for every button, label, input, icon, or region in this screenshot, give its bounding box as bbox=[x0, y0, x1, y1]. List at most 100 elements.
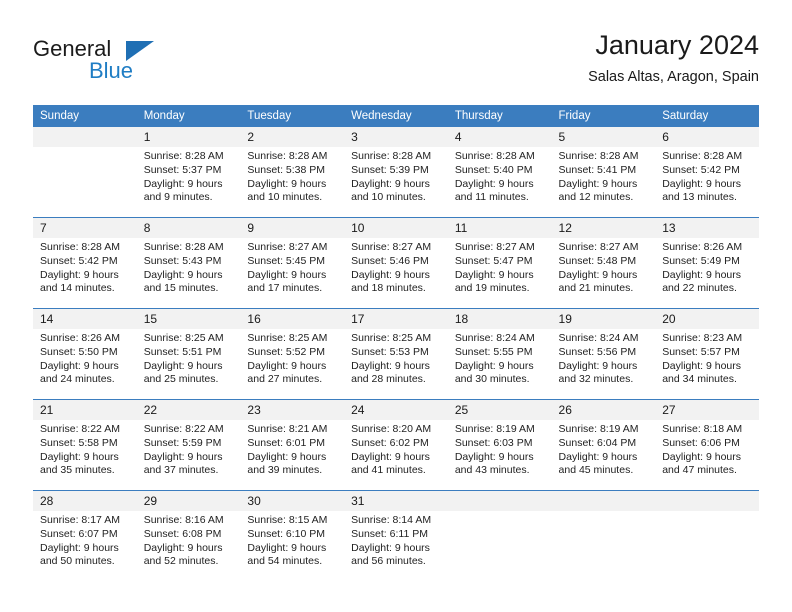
daylight-text: and 13 minutes. bbox=[662, 191, 737, 204]
calendar-day-cell[interactable]: 3 Sunrise: 8:28 AM Sunset: 5:39 PM Daylight… bbox=[344, 127, 448, 218]
calendar-day-cell[interactable]: 9 Sunrise: 8:27 AM Sunset: 5:45 PM Daylight… bbox=[240, 217, 345, 309]
calendar-day-cell[interactable]: 8 Sunrise: 8:28 AM Sunset: 5:43 PM Daylight… bbox=[136, 217, 241, 309]
sunrise-text: Sunrise: 8:28 AM bbox=[558, 150, 639, 162]
calendar-day-cell[interactable]: 4 Sunrise: 8:28 AM Sunset: 5:40 PM Daylight… bbox=[447, 127, 552, 218]
calendar-empty-cell bbox=[447, 490, 552, 581]
day-number: 17 bbox=[344, 309, 448, 329]
day-sun-info: Sunrise: 8:28 AM Sunset: 5:37 PM Daylight:… bbox=[137, 147, 241, 205]
sunset-text: Sunset: 5:41 PM bbox=[558, 163, 637, 176]
sunrise-text: Sunrise: 8:28 AM bbox=[143, 241, 224, 253]
day-sun-info: Sunrise: 8:28 AM Sunset: 5:42 PM Daylight:… bbox=[33, 238, 137, 296]
day-sun-info: Sunrise: 8:22 AM Sunset: 5:59 PM Daylight:… bbox=[137, 420, 241, 478]
day-number: 25 bbox=[447, 400, 552, 420]
sunrise-text: Sunrise: 8:25 AM bbox=[247, 332, 328, 344]
calendar-day-cell[interactable]: 10 Sunrise: 8:27 AM Sunset: 5:46 PM Dayligh… bbox=[344, 217, 448, 309]
calendar-day-cell[interactable]: 21 Sunrise: 8:22 AM Sunset: 5:58 PM Dayligh… bbox=[33, 399, 137, 491]
daylight-text: Daylight: 9 hours bbox=[247, 268, 327, 281]
page-subtitle: Salas Altas, Aragon, Spain bbox=[588, 69, 759, 85]
day-number: 20 bbox=[655, 309, 759, 329]
calendar-day-cell[interactable]: 25 Sunrise: 8:19 AM Sunset: 6:03 PM Dayligh… bbox=[447, 399, 552, 491]
daylight-text: Daylight: 9 hours bbox=[558, 177, 638, 190]
calendar-day-cell[interactable]: 31 Sunrise: 8:14 AM Sunset: 6:11 PM Dayligh… bbox=[344, 490, 448, 581]
calendar-day-cell[interactable]: 24 Sunrise: 8:20 AM Sunset: 6:02 PM Dayligh… bbox=[344, 399, 448, 491]
calendar-day-cell[interactable]: 15 Sunrise: 8:25 AM Sunset: 5:51 PM Dayligh… bbox=[136, 308, 241, 400]
calendar-day-cell[interactable]: 27 Sunrise: 8:18 AM Sunset: 6:06 PM Dayligh… bbox=[655, 399, 759, 491]
calendar-day-cell[interactable]: 19 Sunrise: 8:24 AM Sunset: 5:56 PM Dayligh… bbox=[551, 308, 656, 400]
calendar-day-cell[interactable]: 20 Sunrise: 8:23 AM Sunset: 5:57 PM Dayligh… bbox=[655, 308, 759, 400]
calendar-week-row: 21 Sunrise: 8:22 AM Sunset: 5:58 PM Dayligh… bbox=[33, 399, 759, 491]
sunrise-text: Sunrise: 8:19 AM bbox=[558, 423, 639, 435]
sunset-text: Sunset: 6:03 PM bbox=[454, 436, 533, 449]
daylight-text: and 56 minutes. bbox=[351, 555, 426, 568]
weekday-header-tuesday: Tuesday bbox=[240, 105, 345, 127]
calendar-empty-cell bbox=[551, 490, 656, 581]
calendar-day-cell[interactable]: 12 Sunrise: 8:27 AM Sunset: 5:48 PM Dayligh… bbox=[551, 217, 656, 309]
calendar-day-cell[interactable]: 17 Sunrise: 8:25 AM Sunset: 5:53 PM Dayligh… bbox=[344, 308, 448, 400]
sunrise-text: Sunrise: 8:24 AM bbox=[454, 332, 535, 344]
daylight-text: Daylight: 9 hours bbox=[662, 268, 742, 281]
daylight-text: Daylight: 9 hours bbox=[454, 177, 534, 190]
page-header: General Blue January 2024 Salas Altas, A… bbox=[33, 28, 759, 98]
calendar-day-cell[interactable]: 7 Sunrise: 8:28 AM Sunset: 5:42 PM Daylight… bbox=[33, 217, 137, 309]
calendar-day-cell[interactable]: 11 Sunrise: 8:27 AM Sunset: 5:47 PM Dayligh… bbox=[447, 217, 552, 309]
day-sun-info: Sunrise: 8:28 AM Sunset: 5:38 PM Daylight:… bbox=[240, 147, 344, 205]
daylight-text: and 30 minutes. bbox=[454, 373, 530, 386]
day-number: 29 bbox=[136, 491, 241, 511]
sunset-text: Sunset: 5:38 PM bbox=[247, 163, 326, 176]
calendar-day-cell[interactable]: 14 Sunrise: 8:26 AM Sunset: 5:50 PM Dayligh… bbox=[33, 308, 137, 400]
sunrise-text: Sunrise: 8:26 AM bbox=[662, 241, 743, 253]
calendar-day-cell[interactable]: 30 Sunrise: 8:15 AM Sunset: 6:10 PM Dayligh… bbox=[240, 490, 345, 581]
calendar-week-row: 14 Sunrise: 8:26 AM Sunset: 5:50 PM Dayligh… bbox=[33, 308, 759, 400]
weekday-header-thursday: Thursday bbox=[447, 105, 552, 127]
daylight-text: Daylight: 9 hours bbox=[143, 541, 223, 554]
day-number bbox=[655, 491, 759, 511]
daylight-text: Daylight: 9 hours bbox=[558, 450, 638, 463]
daylight-text: and 18 minutes. bbox=[351, 282, 426, 295]
daylight-text: Daylight: 9 hours bbox=[40, 359, 119, 372]
daylight-text: Daylight: 9 hours bbox=[40, 268, 119, 281]
day-number bbox=[33, 127, 137, 147]
calendar-day-cell[interactable]: 29 Sunrise: 8:16 AM Sunset: 6:08 PM Dayligh… bbox=[136, 490, 241, 581]
weekday-header-row: Sunday Monday Tuesday Wednesday Thursday… bbox=[33, 105, 759, 127]
daylight-text: Daylight: 9 hours bbox=[247, 541, 327, 554]
daylight-text: and 25 minutes. bbox=[143, 373, 219, 386]
daylight-text: and 17 minutes. bbox=[247, 282, 323, 295]
calendar-day-cell[interactable]: 28 Sunrise: 8:17 AM Sunset: 6:07 PM Dayligh… bbox=[33, 490, 137, 581]
calendar-table: Sunday Monday Tuesday Wednesday Thursday… bbox=[33, 105, 759, 581]
sunset-text: Sunset: 5:48 PM bbox=[558, 254, 637, 267]
daylight-text: and 39 minutes. bbox=[247, 464, 323, 477]
calendar-day-cell[interactable]: 5 Sunrise: 8:28 AM Sunset: 5:41 PM Daylight… bbox=[551, 127, 656, 218]
daylight-text: and 28 minutes. bbox=[351, 373, 426, 386]
weekday-header-wednesday: Wednesday bbox=[344, 105, 448, 127]
calendar-week-row: 7 Sunrise: 8:28 AM Sunset: 5:42 PM Daylight… bbox=[33, 217, 759, 309]
day-sun-info: Sunrise: 8:28 AM Sunset: 5:41 PM Daylight:… bbox=[552, 147, 656, 205]
calendar-day-cell[interactable]: 22 Sunrise: 8:22 AM Sunset: 5:59 PM Dayligh… bbox=[136, 399, 241, 491]
sunrise-text: Sunrise: 8:14 AM bbox=[351, 514, 432, 526]
daylight-text: and 35 minutes. bbox=[40, 464, 115, 477]
calendar-day-cell[interactable]: 13 Sunrise: 8:26 AM Sunset: 5:49 PM Dayligh… bbox=[655, 217, 759, 309]
day-sun-info: Sunrise: 8:27 AM Sunset: 5:47 PM Daylight:… bbox=[448, 238, 552, 296]
sunrise-text: Sunrise: 8:27 AM bbox=[247, 241, 328, 253]
calendar-day-cell[interactable]: 2 Sunrise: 8:28 AM Sunset: 5:38 PM Daylight… bbox=[240, 127, 345, 218]
day-number: 18 bbox=[447, 309, 552, 329]
day-sun-info: Sunrise: 8:23 AM Sunset: 5:57 PM Daylight:… bbox=[655, 329, 759, 387]
sunset-text: Sunset: 5:39 PM bbox=[351, 163, 429, 176]
day-number: 31 bbox=[344, 491, 448, 511]
sunrise-text: Sunrise: 8:26 AM bbox=[40, 332, 120, 344]
general-blue-logo[interactable]: General Blue bbox=[33, 36, 213, 88]
daylight-text: and 41 minutes. bbox=[351, 464, 426, 477]
day-sun-info: Sunrise: 8:28 AM Sunset: 5:42 PM Daylight:… bbox=[655, 147, 759, 205]
calendar-day-cell[interactable]: 23 Sunrise: 8:21 AM Sunset: 6:01 PM Dayligh… bbox=[240, 399, 345, 491]
sunrise-text: Sunrise: 8:18 AM bbox=[662, 423, 743, 435]
calendar-empty-cell bbox=[655, 490, 759, 581]
day-sun-info: Sunrise: 8:19 AM Sunset: 6:04 PM Daylight:… bbox=[552, 420, 656, 478]
calendar-day-cell[interactable]: 26 Sunrise: 8:19 AM Sunset: 6:04 PM Dayligh… bbox=[551, 399, 656, 491]
calendar-day-cell[interactable]: 6 Sunrise: 8:28 AM Sunset: 5:42 PM Daylight… bbox=[655, 127, 759, 218]
sunrise-text: Sunrise: 8:24 AM bbox=[558, 332, 639, 344]
daylight-text: Daylight: 9 hours bbox=[662, 359, 742, 372]
day-sun-info: Sunrise: 8:27 AM Sunset: 5:45 PM Daylight:… bbox=[240, 238, 344, 296]
calendar-day-cell[interactable]: 18 Sunrise: 8:24 AM Sunset: 5:55 PM Dayligh… bbox=[447, 308, 552, 400]
calendar-day-cell[interactable]: 16 Sunrise: 8:25 AM Sunset: 5:52 PM Dayligh… bbox=[240, 308, 345, 400]
calendar-day-cell[interactable]: 1 Sunrise: 8:28 AM Sunset: 5:37 PM Daylight… bbox=[136, 127, 241, 218]
day-number: 27 bbox=[655, 400, 759, 420]
